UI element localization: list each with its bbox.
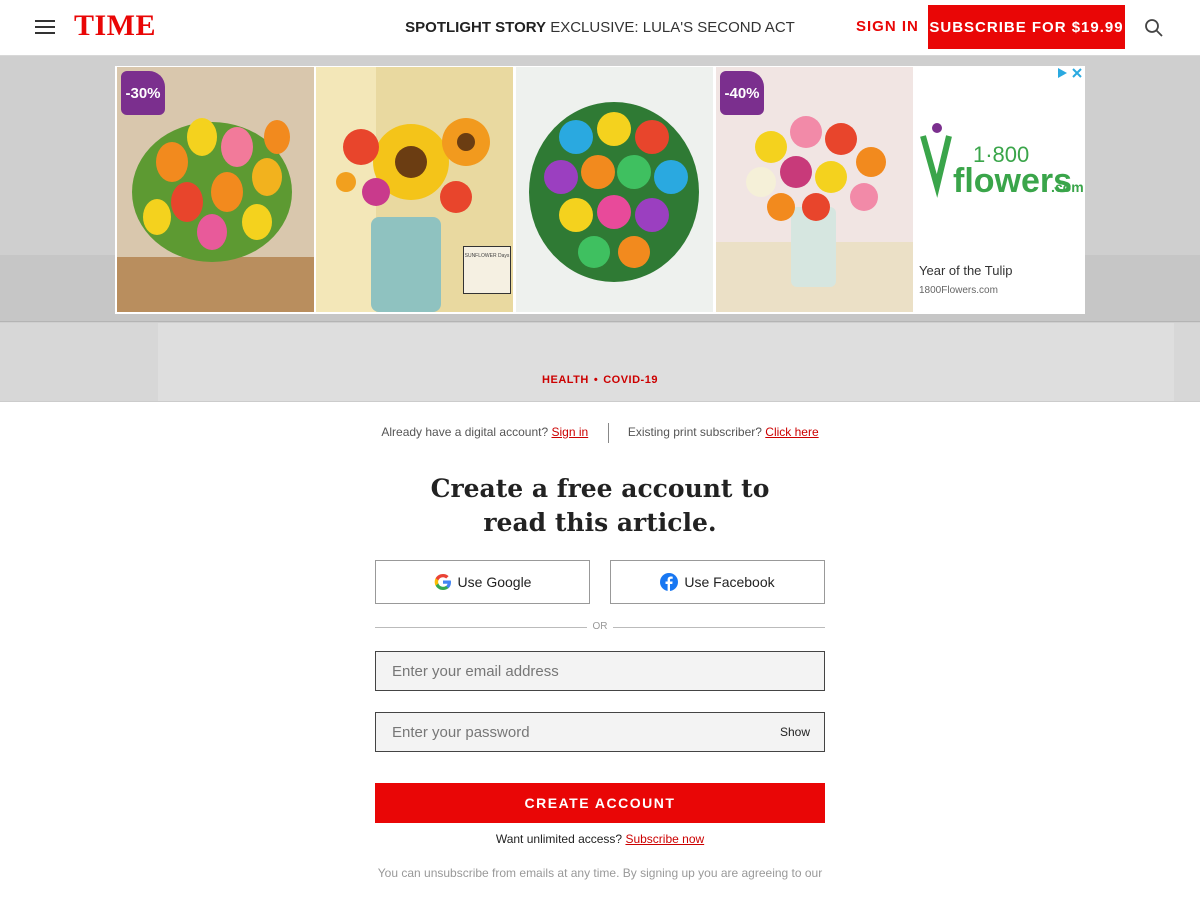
create-account-button[interactable]: CREATE ACCOUNT [375,783,825,823]
article-kicker: HEALTH • COVID-19 [542,374,658,386]
brand-suffix: .com [1051,179,1084,195]
digital-signin-link[interactable]: Sign in [551,425,588,439]
google-signin-button[interactable]: Use Google [375,560,590,604]
kicker-topic[interactable]: COVID-19 [603,374,658,386]
1800flowers-logo[interactable]: 1·800 flowers .com [915,116,1085,206]
terms-disclaimer: You can unsubscribe from emails at any t… [377,866,823,880]
spotlight-label: SPOTLIGHT STORY [405,19,547,36]
site-header: TIME SPOTLIGHT STORY EXCLUSIVE: LULA'S S… [0,0,1200,56]
subscribe-button[interactable]: SUBSCRIBE FOR $19.99 [928,5,1125,49]
digital-prompt: Already have a digital account? [381,425,549,440]
email-input[interactable] [392,662,824,680]
signup-title: Create a free account to read this artic… [0,472,1200,540]
sign-in-link[interactable]: SIGN IN [856,18,919,35]
print-subscriber-link[interactable]: Click here [765,425,818,439]
ad-tile-tulips[interactable]: -30% [117,67,314,312]
email-field[interactable] [375,651,825,691]
title-line-2: read this article. [483,508,717,537]
spotlight-headline[interactable]: EXCLUSIVE: LULA'S SECOND ACT [550,19,795,36]
google-label: Use Google [457,574,532,590]
unlimited-prompt: Want unlimited access? [495,832,623,846]
unlimited-access: Want unlimited access? Subscribe now [0,832,1200,846]
title-line-1: Create a free account to [430,474,770,503]
flowers-ad[interactable]: -30% SUNFLOWER Days -40% 1·800 flowers .… [115,66,1085,314]
discount-badge: -40% [720,71,764,115]
facebook-icon [660,573,679,591]
account-links: Already have a digital account? Sign in … [0,423,1200,443]
ad-domain: 1800Flowers.com [919,285,998,296]
ad-product-thumbnail: SUNFLOWER Days [463,246,511,294]
discount-badge: -30% [121,71,165,115]
password-input[interactable] [392,723,824,741]
kicker-section[interactable]: HEALTH [542,374,589,386]
show-password-toggle[interactable]: Show [780,725,810,739]
search-icon[interactable] [1144,18,1164,38]
or-divider: OR [375,620,825,634]
divider [607,423,609,443]
google-icon [434,574,451,590]
password-field[interactable]: Show [375,712,825,752]
print-prompt: Existing print subscriber? [627,425,762,440]
ad-choices-icon[interactable] [1055,66,1085,80]
facebook-signin-button[interactable]: Use Facebook [610,560,825,604]
facebook-label: Use Facebook [684,574,775,590]
subscribe-now-link[interactable]: Subscribe now [625,832,704,846]
signup-panel: Already have a digital account? Sign in … [0,401,1200,900]
ad-tile-mixed-roses[interactable]: -40% [716,67,913,312]
ad-caption[interactable]: Year of the Tulip [919,263,1012,278]
ad-tile-rainbow-roses[interactable] [516,67,713,312]
